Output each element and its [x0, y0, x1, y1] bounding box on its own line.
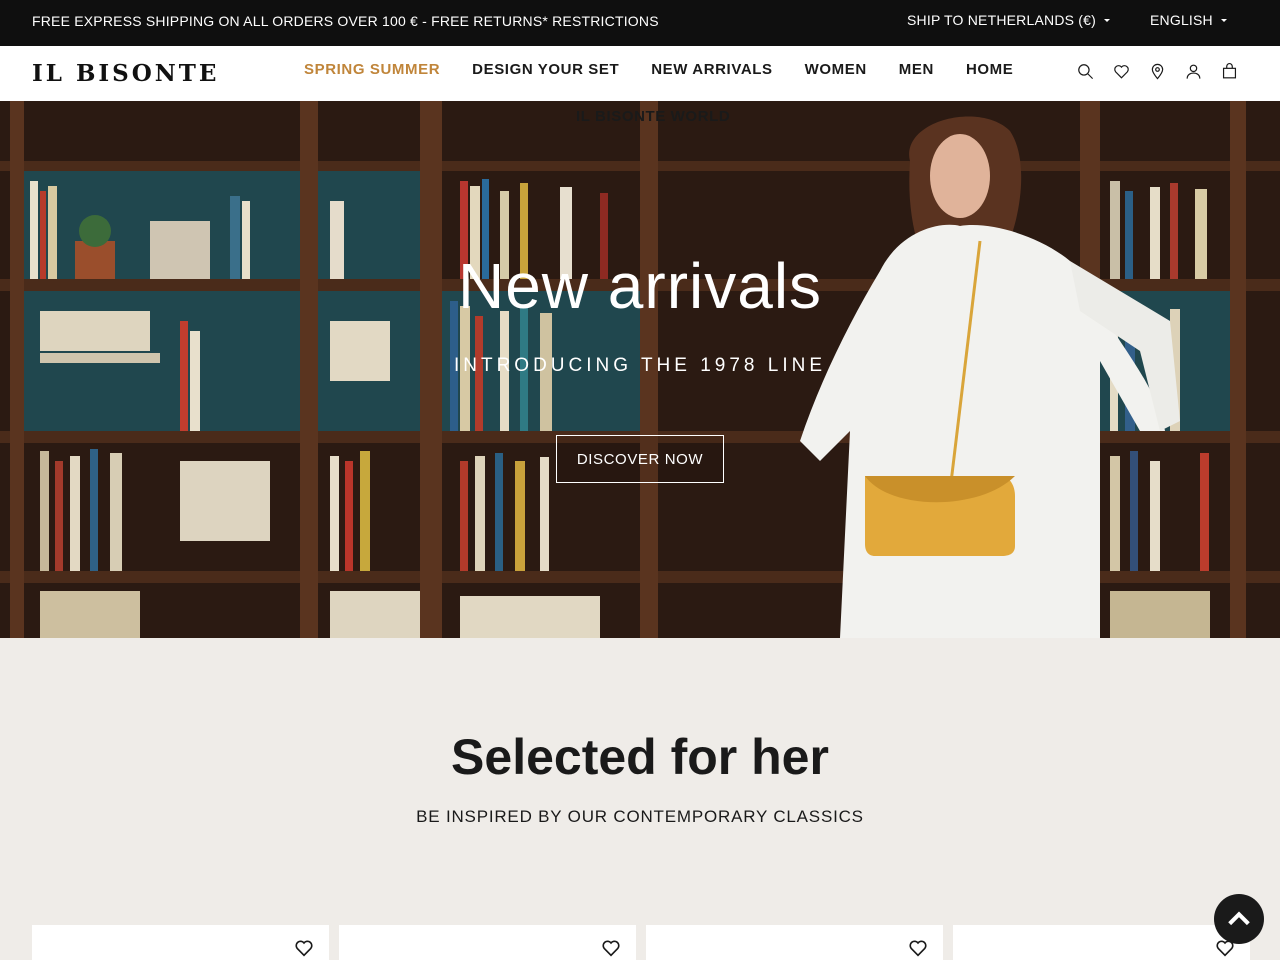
hero-subtitle: INTRODUCING THE 1978 LINE — [453, 355, 827, 376]
search-icon[interactable] — [1075, 60, 1095, 82]
product-image — [132, 945, 227, 960]
main-nav: SPRING SUMMER DESIGN YOUR SET NEW ARRIVA… — [304, 61, 1045, 78]
nav-item-new-arrivals[interactable]: NEW ARRIVALS — [651, 61, 772, 78]
ship-to-label: SHIP TO NETHERLANDS (€) — [907, 12, 1096, 28]
heart-icon[interactable] — [1111, 60, 1131, 82]
section-subtitle: BE INSPIRED BY OUR CONTEMPORARY CLASSICS — [416, 807, 864, 826]
product-card[interactable] — [339, 925, 636, 960]
nav-item-il-bisonte-world[interactable]: IL BISONTE WORLD — [576, 108, 730, 125]
heart-icon[interactable] — [293, 937, 315, 959]
ship-to-selector[interactable]: SHIP TO NETHERLANDS (€) — [907, 12, 1110, 28]
header-icons — [1075, 60, 1239, 82]
section-title: Selected for her — [451, 729, 829, 785]
heart-icon[interactable] — [600, 937, 622, 959]
hero-banner: New arrivals INTRODUCING THE 1978 LINE D… — [0, 101, 1280, 638]
caret-down-icon — [1220, 18, 1227, 22]
nav-item-women[interactable]: WOMEN — [805, 61, 867, 78]
nav-item-home[interactable]: HOME — [966, 61, 1013, 78]
user-icon[interactable] — [1183, 60, 1203, 82]
announcement-bar: FREE EXPRESS SHIPPING ON ALL ORDERS OVER… — [0, 0, 1280, 46]
heart-icon[interactable] — [907, 937, 929, 959]
discover-now-button[interactable]: DISCOVER NOW — [556, 435, 724, 483]
product-card[interactable] — [646, 925, 943, 960]
shipping-promo-text[interactable]: FREE EXPRESS SHIPPING ON ALL ORDERS OVER… — [32, 13, 659, 29]
nav-item-men[interactable]: MEN — [899, 61, 934, 78]
product-grid — [32, 925, 1250, 960]
nav-item-spring-summer[interactable]: SPRING SUMMER — [304, 61, 440, 78]
brand-logo[interactable]: IL BISONTE — [32, 60, 219, 87]
bag-icon[interactable] — [1219, 60, 1239, 82]
product-card[interactable] — [32, 925, 329, 960]
caret-down-icon — [1103, 18, 1110, 22]
nav-item-design-your-set[interactable]: DESIGN YOUR SET — [472, 61, 619, 78]
product-card[interactable] — [953, 925, 1250, 960]
language-selector[interactable]: ENGLISH — [1150, 12, 1227, 28]
hero-title: New arrivals — [457, 250, 823, 322]
site-header: IL BISONTE SPRING SUMMER DESIGN YOUR SET… — [0, 46, 1280, 101]
language-label: ENGLISH — [1150, 12, 1213, 28]
location-pin-icon[interactable] — [1147, 60, 1167, 82]
back-to-top-button[interactable] — [1214, 894, 1264, 944]
chevron-up-icon — [1228, 911, 1250, 926]
